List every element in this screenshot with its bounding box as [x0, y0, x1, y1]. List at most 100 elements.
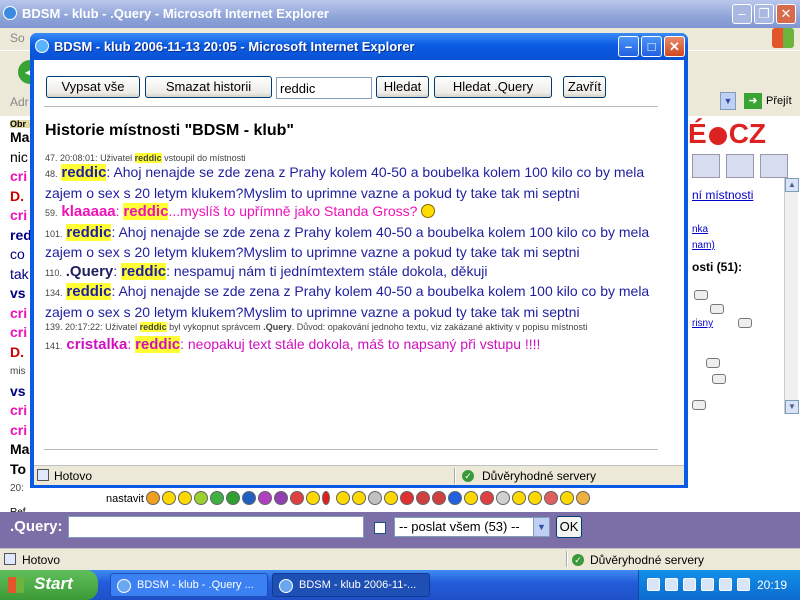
emoticon-icon[interactable] [146, 491, 160, 505]
message-author[interactable]: reddic [66, 223, 112, 241]
emoticon-icon[interactable] [162, 491, 176, 505]
emoticon-icon[interactable] [368, 491, 382, 505]
go-button[interactable]: Přejít [766, 95, 792, 107]
target-nick[interactable]: reddic [121, 262, 167, 280]
message-text: : neopakuj text stále dokola, máš to nap… [180, 336, 541, 352]
address-dropdown-icon[interactable]: ▼ [720, 92, 736, 110]
message-number: 141. [45, 341, 63, 351]
nick-link[interactable]: nka [692, 224, 708, 235]
maximize-icon[interactable]: □ [641, 36, 662, 57]
popup-scrollbar[interactable] [669, 60, 684, 465]
ie-icon [117, 579, 131, 593]
emoticon-icon[interactable] [322, 491, 330, 505]
emoticon-icon[interactable] [290, 491, 304, 505]
help-icon[interactable] [760, 154, 788, 178]
message-text: Ahoj nenajde se zde zena z Prahy kolem 4… [45, 223, 650, 261]
emoticon-icon[interactable] [560, 491, 574, 505]
background-window-titlebar[interactable]: BDSM - klub - .Query - Microsoft Interne… [0, 0, 800, 28]
taskbar-button-active[interactable]: BDSM - klub 2006-11-... [272, 573, 430, 597]
emoticon-icon[interactable] [512, 491, 526, 505]
search-input[interactable] [276, 77, 372, 99]
emoticon-icon[interactable] [528, 491, 542, 505]
emoticon-icon[interactable] [194, 491, 208, 505]
scroll-up-icon[interactable]: ▲ [785, 178, 799, 192]
search-button[interactable]: Hledat [376, 76, 429, 98]
camera-icon [738, 318, 752, 328]
users-count-label: osti (51): [692, 260, 743, 274]
system-text: Uživatel [105, 322, 138, 332]
ie-icon [35, 39, 49, 53]
emoticon-icon[interactable] [258, 491, 272, 505]
message-input[interactable] [68, 516, 364, 538]
tab-icon[interactable] [692, 154, 720, 178]
chevron-down-icon[interactable]: ▼ [533, 518, 549, 536]
system-text: byl vykopnut správcem [169, 322, 261, 332]
close-icon[interactable]: ✕ [776, 4, 796, 24]
maximize-icon[interactable]: ❐ [754, 4, 774, 24]
emoticon-icon[interactable] [210, 491, 224, 505]
message-author[interactable]: reddic [66, 283, 112, 300]
tray-icon[interactable] [665, 578, 678, 591]
page-scrollbar[interactable]: ▲ ▼ [784, 178, 799, 414]
room-link[interactable]: ní místnosti [692, 188, 753, 202]
delete-history-button[interactable]: Smazat historii [145, 76, 272, 98]
volume-icon[interactable] [737, 578, 750, 591]
emoticon-icon[interactable] [480, 491, 494, 505]
tray-icon[interactable] [683, 578, 696, 591]
message-text: Ahoj nenajde se zde zena z Prahy kolem 4… [45, 164, 645, 201]
message-author[interactable]: .Query [66, 263, 114, 280]
emoticon-icon[interactable] [400, 491, 414, 505]
emoticon-icon[interactable] [384, 491, 398, 505]
page-icon [37, 469, 49, 481]
minimize-icon[interactable]: – [618, 36, 639, 57]
taskbar: Start BDSM - klub - .Query ... BDSM - kl… [0, 570, 800, 600]
emoticon-icon[interactable] [178, 491, 192, 505]
nick-highlight[interactable]: reddic [134, 153, 162, 163]
whisper-checkbox[interactable] [374, 522, 386, 534]
taskbar-button[interactable]: BDSM - klub - .Query ... [110, 573, 268, 597]
scroll-down-icon[interactable]: ▼ [785, 400, 799, 414]
send-button[interactable]: OK [556, 516, 582, 538]
minimize-icon[interactable]: – [732, 4, 752, 24]
recipient-select[interactable]: -- poslat všem (53) -- ▼ [394, 517, 550, 537]
emoticon-icon[interactable] [226, 491, 240, 505]
emoticon-icon[interactable] [576, 491, 590, 505]
list-all-button[interactable]: Vypsat vše [46, 76, 140, 98]
tray-icon[interactable] [701, 578, 714, 591]
separator: : [127, 336, 132, 352]
close-icon[interactable]: ✕ [664, 36, 685, 57]
start-button[interactable]: Start [0, 570, 98, 600]
go-arrow-icon[interactable]: ➜ [744, 93, 762, 109]
nick-link[interactable]: nam) [692, 240, 715, 251]
emoticon-icon[interactable] [336, 491, 350, 505]
emoticon-icon[interactable] [496, 491, 510, 505]
target-nick[interactable]: reddic [123, 203, 169, 220]
emoticon-icon[interactable] [352, 491, 366, 505]
emoticon-icon[interactable] [544, 491, 558, 505]
message-author[interactable]: klaaaaa [61, 203, 115, 220]
emoticon-icon[interactable] [464, 491, 478, 505]
status-divider [566, 551, 568, 567]
emoticon-icon[interactable] [274, 491, 288, 505]
camera-icon [710, 304, 724, 314]
smiley-icon [421, 204, 436, 218]
network-icon[interactable] [719, 578, 732, 591]
emoticon-icon[interactable] [306, 491, 320, 505]
emoticon-settings-link[interactable]: nastavit [106, 493, 144, 505]
search-query-button[interactable]: Hledat .Query [434, 76, 552, 98]
emoticon-icon[interactable] [432, 491, 446, 505]
heart-icon[interactable] [726, 154, 754, 178]
message-author[interactable]: cristalka [66, 336, 127, 353]
message-author[interactable]: reddic [61, 164, 107, 181]
popup-titlebar[interactable]: BDSM - klub 2006-11-13 20:05 - Microsoft… [30, 33, 688, 60]
nick-highlight[interactable]: reddic [139, 322, 167, 332]
tray-icon[interactable] [647, 578, 660, 591]
emoticon-icon[interactable] [416, 491, 430, 505]
emoticon-icon[interactable] [448, 491, 462, 505]
user-link[interactable]: risny [692, 318, 713, 329]
message-number: 101. [45, 228, 63, 239]
emoticon-icon[interactable] [242, 491, 256, 505]
target-nick[interactable]: reddic [135, 336, 181, 353]
menu-item-fragment[interactable]: So [10, 31, 25, 45]
close-button[interactable]: Zavřít [563, 76, 606, 98]
